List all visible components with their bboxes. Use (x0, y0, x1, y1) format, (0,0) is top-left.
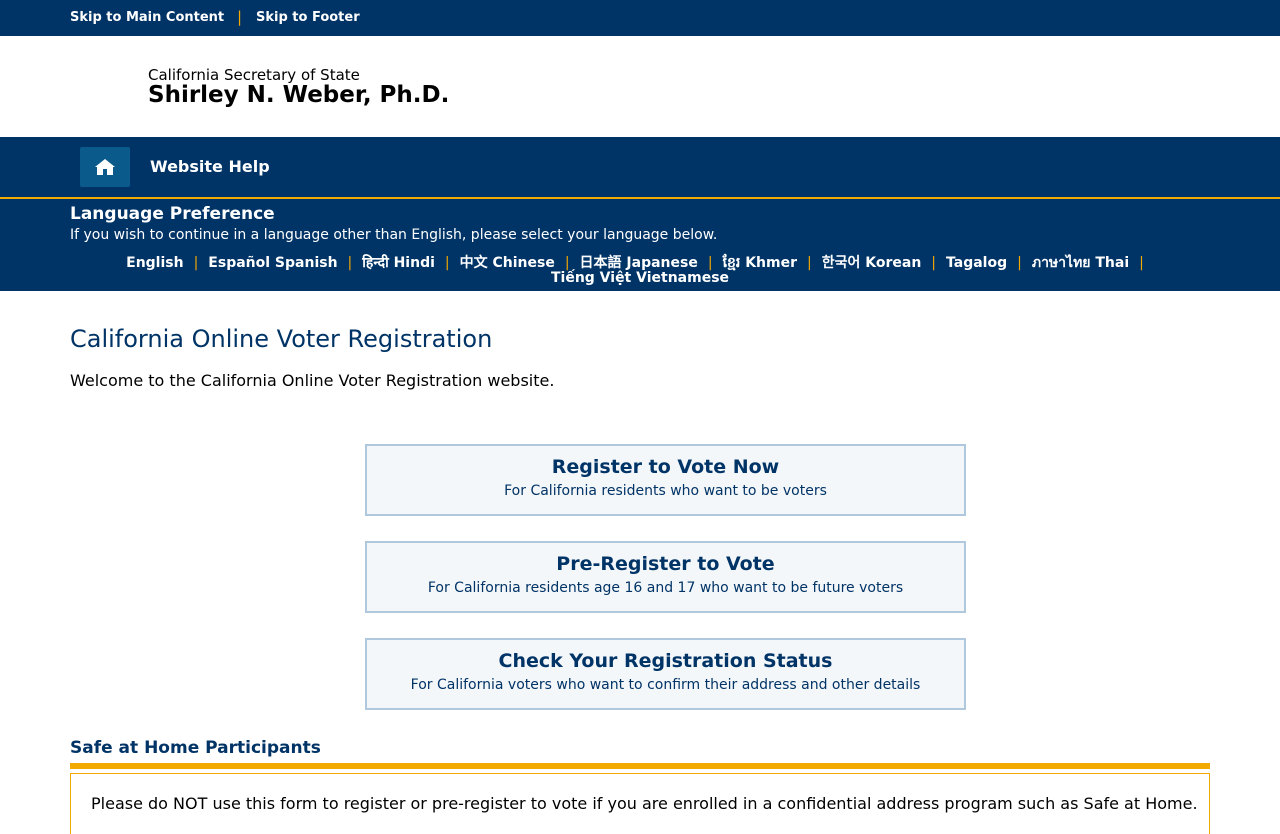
language-separator: | (1017, 255, 1022, 271)
language-option[interactable]: English (126, 255, 183, 271)
language-option[interactable]: Tagalog (946, 255, 1007, 271)
skip-links-bar: Skip to Main Content | Skip to Footer (0, 0, 1280, 36)
language-option[interactable]: ខ្មែរ Khmer (723, 255, 797, 271)
safe-at-home-notice: Please do NOT use this form to register … (70, 773, 1210, 834)
language-preference: Language Preference If you wish to conti… (0, 199, 1280, 291)
language-option[interactable]: Español Spanish (208, 255, 337, 271)
language-separator: | (347, 255, 353, 271)
language-option[interactable]: Tiếng Việt Vietnamese (551, 270, 729, 286)
safe-at-home-text: Please do NOT use this form to register … (91, 794, 1198, 813)
check-registration-status-button[interactable]: Check Your Registration Status For Calif… (365, 638, 966, 710)
language-separator: | (1139, 255, 1144, 271)
skip-separator: | (237, 8, 243, 26)
welcome-text: Welcome to the California Online Voter R… (70, 371, 555, 390)
language-option[interactable]: 한국어 Korean (822, 255, 922, 271)
pre-register-button[interactable]: Pre-Register to Vote For California resi… (365, 541, 966, 613)
language-separator: | (707, 255, 713, 271)
action-title: Register to Vote Now (551, 456, 780, 478)
language-description: If you wish to continue in a language ot… (70, 227, 718, 243)
language-option[interactable]: 中文 Chinese (460, 255, 555, 271)
register-to-vote-button[interactable]: Register to Vote Now For California resi… (365, 444, 966, 516)
home-icon (95, 159, 115, 175)
language-option[interactable]: हिन्दी Hindi (362, 255, 435, 271)
page-title: California Online Voter Registration (70, 325, 493, 353)
action-subtitle: For California voters who want to confir… (410, 677, 921, 693)
language-title: Language Preference (70, 204, 275, 224)
site-header: California Secretary of State Shirley N.… (0, 36, 1280, 137)
action-subtitle: For California residents who want to be … (504, 483, 827, 499)
skip-to-footer-link[interactable]: Skip to Footer (256, 10, 360, 25)
main-nav: Website Help (0, 137, 1280, 199)
safe-at-home-title: Safe at Home Participants (70, 738, 321, 758)
action-title: Pre-Register to Vote (556, 553, 775, 575)
language-option[interactable]: ภาษาไทย Thai (1032, 255, 1129, 271)
home-button[interactable] (80, 147, 130, 187)
website-help-link[interactable]: Website Help (150, 157, 270, 176)
language-separator: | (444, 255, 450, 271)
language-separator: | (564, 255, 570, 271)
language-separator: | (807, 255, 812, 271)
language-separator: | (193, 255, 199, 271)
action-subtitle: For California residents age 16 and 17 w… (427, 580, 904, 596)
safe-at-home-rule (70, 763, 1210, 769)
skip-to-main-link[interactable]: Skip to Main Content (70, 10, 224, 25)
language-option[interactable]: 日本語 Japanese (580, 255, 698, 271)
secretary-name: Shirley N. Weber, Ph.D. (148, 82, 450, 108)
language-list: English | Español Spanish | हिन्दी Hindi | 中文 … (70, 256, 1210, 286)
language-separator: | (931, 255, 937, 271)
action-title: Check Your Registration Status (498, 650, 833, 672)
